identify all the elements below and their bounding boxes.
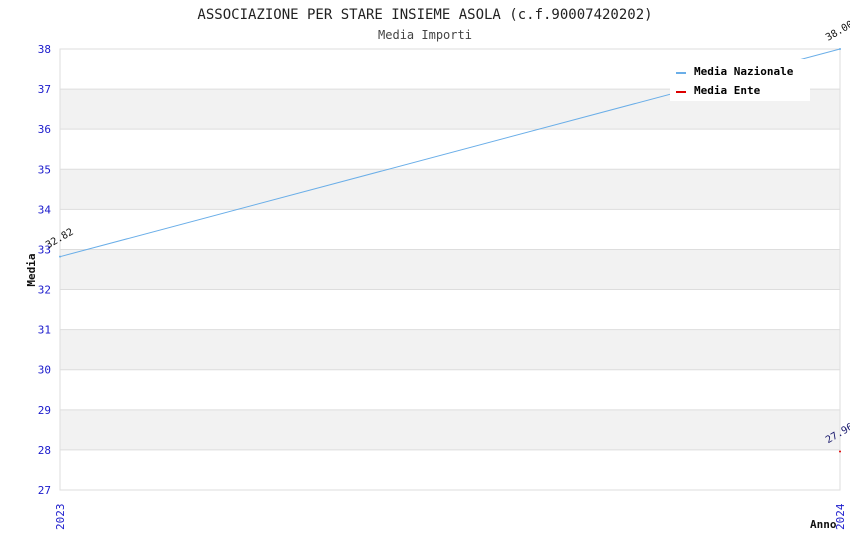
data-label: 38.00 xyxy=(824,19,850,44)
chart-title: ASSOCIAZIONE PER STARE INSIEME ASOLA (c.… xyxy=(197,7,652,23)
y-tick-label: 32 xyxy=(38,284,51,297)
chart: ASSOCIAZIONE PER STARE INSIEME ASOLA (c.… xyxy=(0,0,850,550)
y-tick-label: 36 xyxy=(38,123,51,136)
y-tick-label: 30 xyxy=(38,364,51,377)
grid-band xyxy=(60,169,840,210)
data-point xyxy=(59,255,61,258)
grid-band xyxy=(60,249,840,290)
grid-band xyxy=(60,409,840,450)
data-point xyxy=(839,450,841,453)
line-chart: ASSOCIAZIONE PER STARE INSIEME ASOLA (c.… xyxy=(25,7,850,531)
grid-bands xyxy=(60,89,840,450)
y-tick-label: 31 xyxy=(38,324,51,337)
y-tick-label: 35 xyxy=(38,163,51,176)
x-tick-label: 2023 xyxy=(54,504,67,531)
grid-band xyxy=(60,329,840,370)
y-tick-label: 37 xyxy=(38,83,51,96)
x-axis-ticks: 2023 2024 xyxy=(54,503,847,530)
chart-subtitle: Media Importi xyxy=(378,28,472,42)
x-axis-label: Anno xyxy=(810,518,837,531)
y-tick-label: 29 xyxy=(38,404,51,417)
y-axis-label: Media xyxy=(25,253,38,286)
legend-label: Media Ente xyxy=(694,84,761,97)
y-axis-ticks: 272829303132333435363738 xyxy=(38,43,52,497)
data-point xyxy=(839,48,841,50)
y-tick-label: 28 xyxy=(38,444,51,457)
y-tick-label: 34 xyxy=(38,203,52,216)
legend: Media Nazionale Media Ente xyxy=(670,59,810,101)
y-tick-label: 38 xyxy=(38,43,51,56)
legend-label: Media Nazionale xyxy=(694,65,794,78)
y-tick-label: 27 xyxy=(38,484,51,497)
